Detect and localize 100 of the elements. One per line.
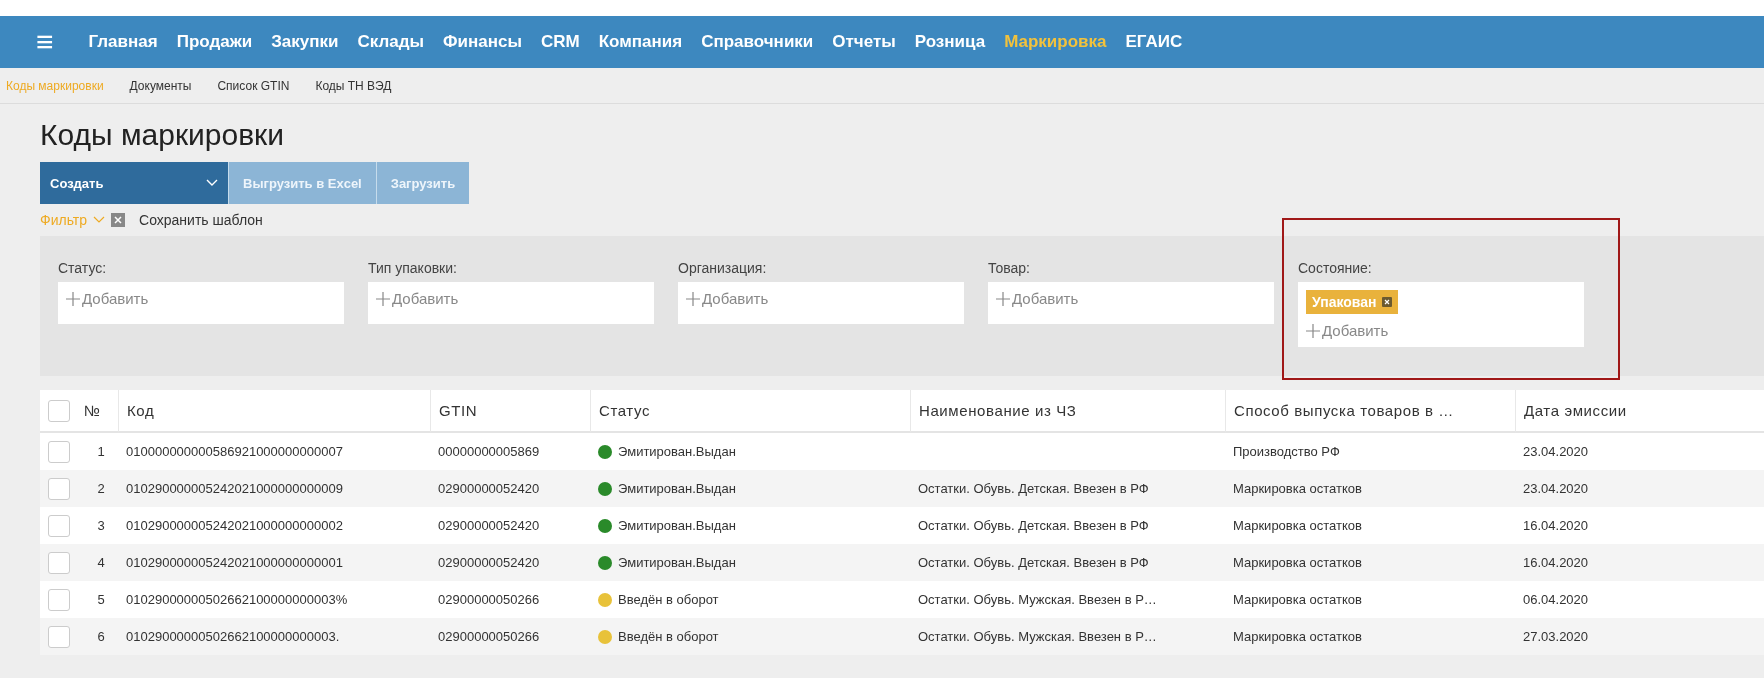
column-header[interactable]: № bbox=[84, 402, 101, 419]
status-text: Введён в оборот bbox=[618, 592, 719, 607]
subnav-tab[interactable]: Список GTIN bbox=[217, 78, 290, 93]
plus-icon bbox=[376, 291, 390, 306]
nav-tab[interactable]: Розница bbox=[914, 32, 986, 52]
column-header[interactable]: Наименование из ЧЗ bbox=[919, 402, 1077, 419]
plus-icon bbox=[996, 291, 1010, 306]
chevron-down-icon bbox=[206, 179, 218, 187]
row-checkbox[interactable] bbox=[48, 625, 70, 648]
status-text: Введён в оборот bbox=[618, 629, 719, 644]
code-cell: 01029000000502662100000000003% bbox=[126, 592, 348, 607]
row-checkbox[interactable] bbox=[48, 477, 70, 500]
page-title: Коды маркировки bbox=[40, 118, 285, 152]
code-cell: 010290000005242021000000000002 bbox=[126, 518, 343, 533]
row-number: 6 bbox=[97, 629, 105, 644]
select-all-checkbox[interactable] bbox=[48, 399, 70, 422]
gtin-cell: 02900000052420 bbox=[438, 555, 540, 570]
filter-label: Состояние: bbox=[1298, 260, 1373, 276]
code-cell: 010000000000586921000000000007 bbox=[126, 444, 343, 459]
status-text: Эмитирован.Выдан bbox=[618, 481, 736, 496]
gtin-cell: 02900000052420 bbox=[438, 518, 540, 533]
column-header[interactable]: Статус bbox=[599, 402, 651, 419]
row-number: 5 bbox=[97, 592, 105, 607]
row-number: 1 bbox=[97, 444, 105, 459]
toolbar-button[interactable]: Загрузить bbox=[375, 162, 470, 204]
row-checkbox[interactable] bbox=[48, 588, 70, 611]
gtin-cell: 02900000050266 bbox=[438, 629, 540, 644]
add-link[interactable]: Добавить bbox=[66, 290, 149, 307]
name-cell: Остатки. Обувь. Мужская. Ввезен в Р… bbox=[918, 592, 1157, 607]
filter-label: Статус: bbox=[58, 260, 108, 276]
date-cell: 06.04.2020 bbox=[1523, 592, 1589, 607]
name-cell: Остатки. Обувь. Детская. Ввезен в РФ bbox=[918, 481, 1149, 496]
method-cell: Маркировка остатков bbox=[1233, 555, 1362, 570]
gtin-cell: 02900000050266 bbox=[438, 592, 540, 607]
status-text: Эмитирован.Выдан bbox=[618, 444, 736, 459]
row-number: 4 bbox=[97, 555, 105, 570]
row-number: 2 bbox=[97, 481, 105, 496]
menu-icon[interactable]: ≡ bbox=[36, 27, 54, 57]
row-checkbox[interactable] bbox=[48, 551, 70, 574]
create-button[interactable]: Создать bbox=[40, 162, 228, 204]
row-number: 3 bbox=[97, 518, 105, 533]
plus-icon bbox=[686, 291, 700, 306]
remove-icon[interactable] bbox=[1382, 297, 1393, 307]
nav-tab[interactable]: Справочники bbox=[701, 32, 814, 52]
name-cell: Остатки. Обувь. Детская. Ввезен в РФ bbox=[918, 555, 1149, 570]
row-checkbox[interactable] bbox=[48, 440, 70, 463]
add-link[interactable]: Добавить bbox=[686, 290, 769, 307]
name-cell: Остатки. Обувь. Мужская. Ввезен в Р… bbox=[918, 629, 1157, 644]
status-text: Эмитирован.Выдан bbox=[618, 555, 736, 570]
clear-filter-icon[interactable] bbox=[111, 213, 126, 227]
gtin-cell: 02900000052420 bbox=[438, 481, 540, 496]
filter-tag[interactable]: Упакован bbox=[1306, 290, 1399, 314]
filter-field[interactable]: Добавить bbox=[988, 282, 1274, 324]
filter-label: Организация: bbox=[678, 260, 768, 276]
nav-tab[interactable]: Продажи bbox=[176, 32, 253, 52]
nav-tab[interactable]: Финансы bbox=[443, 32, 522, 52]
subnav-tab[interactable]: Коды ТН ВЭД bbox=[315, 78, 392, 93]
nav-tab[interactable]: Склады bbox=[357, 32, 425, 52]
filter-field[interactable]: Упакован Добавить bbox=[1298, 282, 1584, 347]
nav-tab[interactable]: Закупки bbox=[271, 32, 339, 52]
add-link[interactable]: Добавить bbox=[1306, 322, 1389, 339]
method-cell: Маркировка остатков bbox=[1233, 481, 1362, 496]
plus-icon bbox=[1306, 323, 1320, 338]
filter-label: Товар: bbox=[988, 260, 1031, 276]
filter-label: Тип упаковки: bbox=[368, 260, 458, 276]
column-header[interactable]: Дата эмиссии bbox=[1524, 402, 1627, 419]
nav-tab[interactable]: Главная bbox=[88, 32, 158, 52]
date-cell: 16.04.2020 bbox=[1523, 518, 1589, 533]
date-cell: 16.04.2020 bbox=[1523, 555, 1589, 570]
method-cell: Производство РФ bbox=[1233, 444, 1340, 459]
filter-field[interactable]: Добавить bbox=[368, 282, 654, 324]
nav-tab[interactable]: Отчеты bbox=[832, 32, 896, 52]
toolbar-button[interactable]: Выгрузить в Excel bbox=[228, 162, 376, 204]
code-cell: 010290000005242021000000000009 bbox=[126, 481, 343, 496]
add-link[interactable]: Добавить bbox=[996, 290, 1079, 307]
row-checkbox[interactable] bbox=[48, 514, 70, 537]
add-link[interactable]: Добавить bbox=[376, 290, 459, 307]
nav-tab[interactable]: Компания bbox=[598, 32, 683, 52]
method-cell: Маркировка остатков bbox=[1233, 592, 1362, 607]
filter-field[interactable]: Добавить bbox=[678, 282, 964, 324]
filter-field[interactable]: Добавить bbox=[58, 282, 344, 324]
date-cell: 23.04.2020 bbox=[1523, 481, 1589, 496]
chevron-down-icon[interactable] bbox=[93, 216, 106, 224]
date-cell: 27.03.2020 bbox=[1523, 629, 1589, 644]
column-header[interactable]: Код bbox=[127, 402, 155, 419]
name-cell: Остатки. Обувь. Детская. Ввезен в РФ bbox=[918, 518, 1149, 533]
nav-tab[interactable]: ЕГАИС bbox=[1125, 32, 1183, 52]
method-cell: Маркировка остатков bbox=[1233, 518, 1362, 533]
date-cell: 23.04.2020 bbox=[1523, 444, 1589, 459]
gtin-cell: 00000000005869 bbox=[438, 444, 540, 459]
nav-tab[interactable]: Маркировка bbox=[1004, 32, 1107, 52]
method-cell: Маркировка остатков bbox=[1233, 629, 1362, 644]
code-cell: 01029000000502662100000000003. bbox=[126, 629, 340, 644]
subnav-tab[interactable]: Документы bbox=[129, 78, 192, 93]
column-header[interactable]: GTIN bbox=[439, 402, 478, 419]
status-text: Эмитирован.Выдан bbox=[618, 518, 736, 533]
plus-icon bbox=[66, 291, 80, 306]
nav-tab[interactable]: CRM bbox=[540, 32, 580, 52]
save-template-link[interactable]: Сохранить шаблон bbox=[139, 212, 263, 228]
code-cell: 010290000005242021000000000001 bbox=[126, 555, 343, 570]
